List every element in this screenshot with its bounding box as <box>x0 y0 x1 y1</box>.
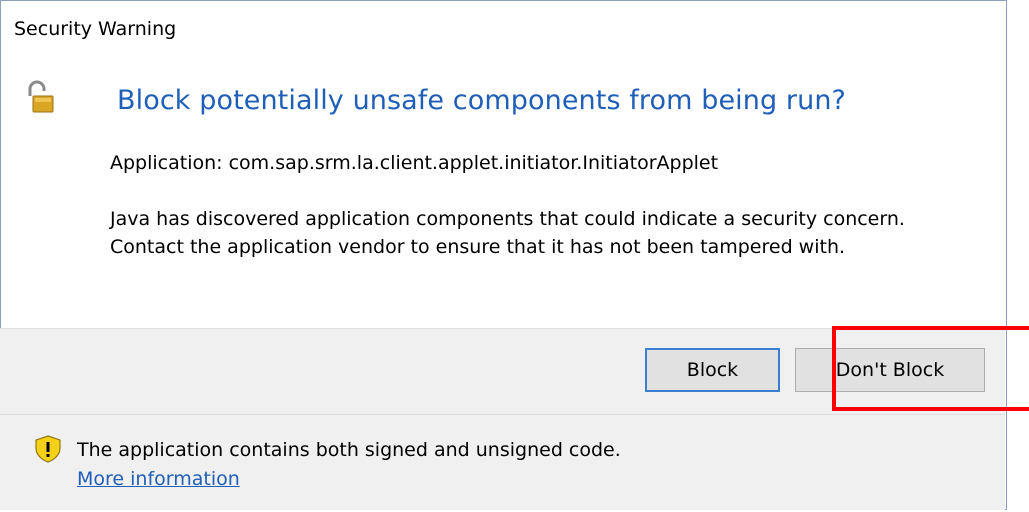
block-button[interactable]: Block <box>645 348 780 392</box>
warning-shield-icon <box>35 435 61 463</box>
dialog-heading: Block potentially unsafe components from… <box>117 85 846 116</box>
annotation-highlight-box <box>832 326 1029 411</box>
footer-message: The application contains both signed and… <box>77 439 621 461</box>
application-name: Application: com.sap.srm.la.client.apple… <box>110 152 719 174</box>
padlock-open-icon <box>28 80 54 113</box>
more-information-link[interactable]: More information <box>77 468 240 490</box>
security-description: Java has discovered application componen… <box>110 208 905 258</box>
dialog-title: Security Warning <box>14 18 177 40</box>
footer-panel <box>0 414 1005 510</box>
